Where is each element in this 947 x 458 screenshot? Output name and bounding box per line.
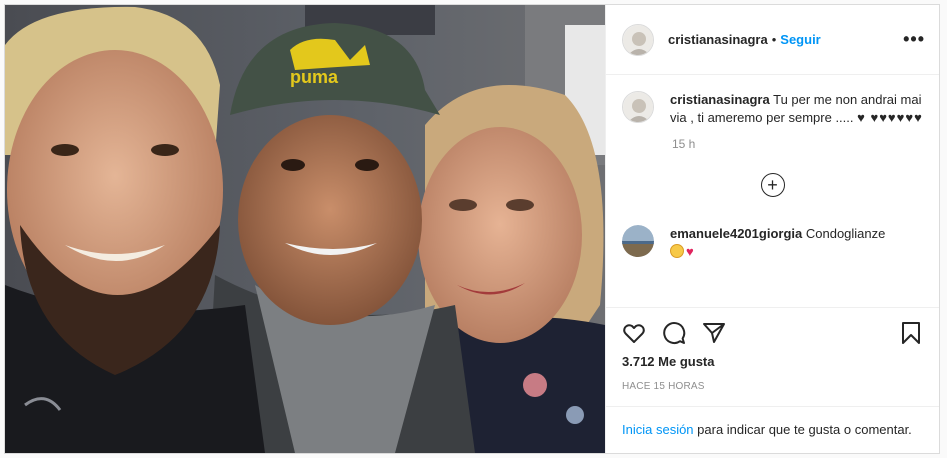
post-username[interactable]: cristianasinagra	[668, 32, 768, 47]
actions-section: 3.712 Me gusta HACE 15 HORAS	[606, 307, 939, 392]
commenter-username[interactable]: emanuele4201giorgia	[670, 226, 802, 241]
star-eyes-emoji-icon	[670, 244, 684, 258]
caption: cristianasinagra Tu per me non andrai ma…	[622, 91, 923, 127]
action-icons	[622, 318, 923, 348]
post-photo[interactable]: puma	[5, 5, 605, 453]
comment-icon[interactable]	[662, 321, 686, 345]
red-heart-icon: ♥	[686, 244, 694, 259]
login-prompt: Inicia sesión para indicar que te gusta …	[606, 406, 939, 453]
caption-username[interactable]: cristianasinagra	[670, 92, 770, 107]
photo-image: puma	[5, 5, 605, 453]
posted-ago[interactable]: HACE 15 HORAS	[622, 381, 923, 392]
caption-timestamp: 15 h	[672, 137, 696, 151]
comment-body: Condoglianze	[805, 226, 886, 241]
plus-circle-icon[interactable]: +	[760, 173, 785, 197]
heart-icon[interactable]	[622, 321, 646, 345]
more-options-icon[interactable]: •••	[903, 29, 925, 50]
post-sidebar: cristianasinagra • Seguir ••• cristianas…	[605, 5, 939, 453]
instagram-post: puma cristianasinagra • Seguir ••• crist…	[4, 4, 940, 454]
avatar[interactable]	[622, 23, 654, 56]
likes-count[interactable]: 3.712 Me gusta	[622, 354, 923, 369]
login-link[interactable]: Inicia sesión	[622, 422, 694, 437]
caption-hearts: ♥ ♥♥♥♥♥♥	[857, 110, 923, 125]
comment-text: emanuele4201giorgia Condoglianze ♥	[670, 225, 885, 261]
load-more-comments: +	[622, 173, 923, 197]
bookmark-icon[interactable]	[899, 321, 923, 345]
separator-dot: •	[771, 32, 777, 47]
follow-button[interactable]: Seguir	[780, 32, 820, 47]
cap-logo-text: puma	[290, 67, 339, 87]
caption-text: cristianasinagra Tu per me non andrai ma…	[670, 91, 923, 127]
post-header: cristianasinagra • Seguir •••	[606, 5, 939, 75]
share-icon[interactable]	[702, 321, 726, 345]
comments-section: cristianasinagra Tu per me non andrai ma…	[606, 75, 939, 307]
caption-avatar[interactable]	[622, 91, 654, 123]
login-prompt-text: para indicar que te gusta o comentar.	[693, 422, 912, 437]
commenter-avatar[interactable]	[622, 225, 654, 257]
comment-item: emanuele4201giorgia Condoglianze ♥	[622, 225, 923, 261]
